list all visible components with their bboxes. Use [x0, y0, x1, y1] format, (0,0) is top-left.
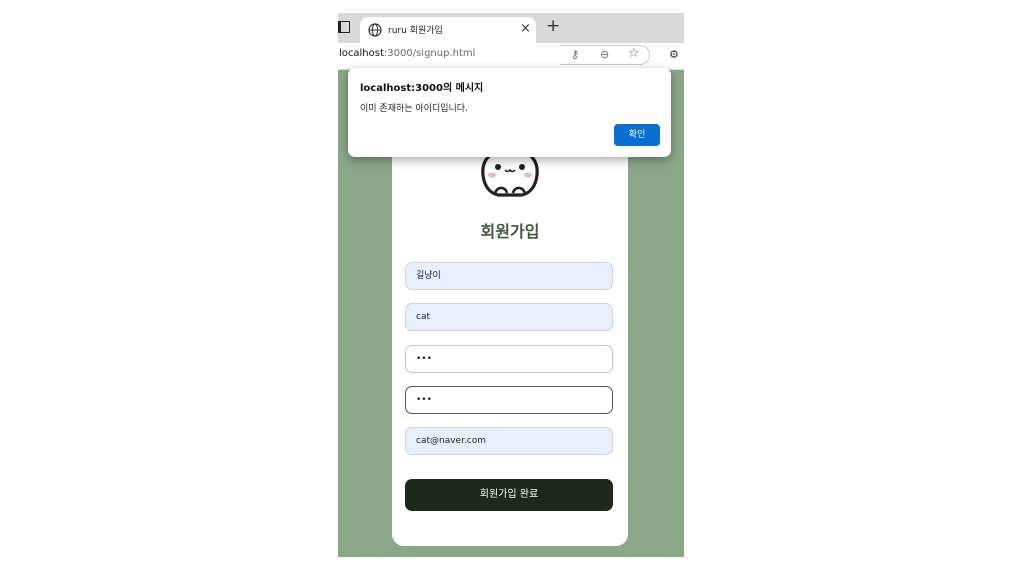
- name-input[interactable]: 길냥이: [405, 262, 613, 290]
- tab-actions-icon[interactable]: [338, 21, 350, 33]
- username-input[interactable]: cat: [405, 303, 613, 331]
- dialog-title: localhost:3000의 메시지: [360, 83, 484, 94]
- globe-icon: [368, 23, 382, 37]
- url-path: :3000/signup.html: [383, 48, 476, 59]
- dialog-ok-button[interactable]: 확인: [614, 124, 660, 146]
- tab-title: ruru 회원가입: [388, 26, 443, 36]
- url-host: localhost: [339, 48, 384, 59]
- url-text[interactable]: localhost:3000/signup.html: [339, 48, 475, 59]
- password-confirm-input[interactable]: •••: [405, 386, 613, 414]
- email-input[interactable]: cat@naver.com: [405, 427, 613, 455]
- zoom-icon[interactable]: ⊖: [600, 48, 609, 61]
- password-input[interactable]: •••: [405, 345, 613, 373]
- key-icon[interactable]: ⚷: [571, 48, 579, 61]
- close-icon[interactable]: ×: [520, 21, 531, 36]
- address-bar[interactable]: localhost:3000/signup.html ⚷ ⊖ ☆ ⚙: [338, 43, 684, 70]
- favorite-star-icon[interactable]: ☆: [628, 46, 640, 61]
- page-title: 회원가입: [480, 222, 540, 241]
- active-tab[interactable]: ruru 회원가입 ×: [360, 17, 536, 43]
- tab-strip: ruru 회원가입 × +: [338, 13, 684, 43]
- extensions-icon[interactable]: ⚙: [669, 48, 679, 61]
- dialog-message: 이미 존재하는 아이디입니다.: [360, 104, 468, 114]
- signup-submit-button[interactable]: 회원가입 완료: [405, 479, 613, 511]
- alert-dialog: localhost:3000의 메시지 이미 존재하는 아이디입니다. 확인: [348, 68, 671, 157]
- new-tab-icon[interactable]: +: [546, 16, 560, 36]
